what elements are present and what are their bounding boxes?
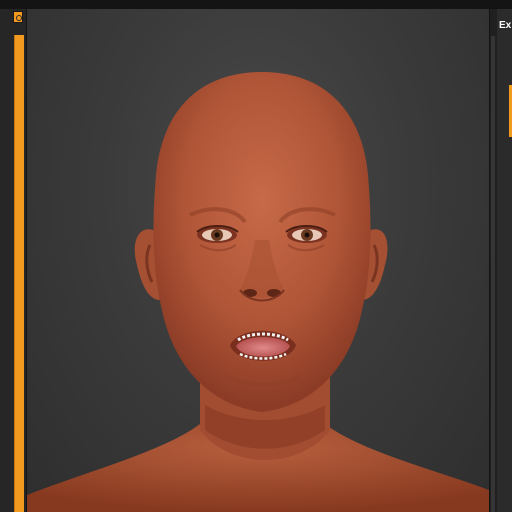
3d-viewport[interactable] [27,9,489,512]
timeline-slider-track[interactable] [14,35,24,512]
handle-dot [16,15,22,21]
slider-handle-icon[interactable] [13,11,23,23]
left-shelf [0,9,27,512]
right-panel-scrollbar[interactable] [491,36,495,512]
head-model-render [27,72,489,512]
top-toolbar-strip [0,0,512,9]
app-window: Ex [0,0,512,512]
right-side-panel: Ex [497,9,512,512]
panel-title[interactable]: Ex [499,20,511,31]
